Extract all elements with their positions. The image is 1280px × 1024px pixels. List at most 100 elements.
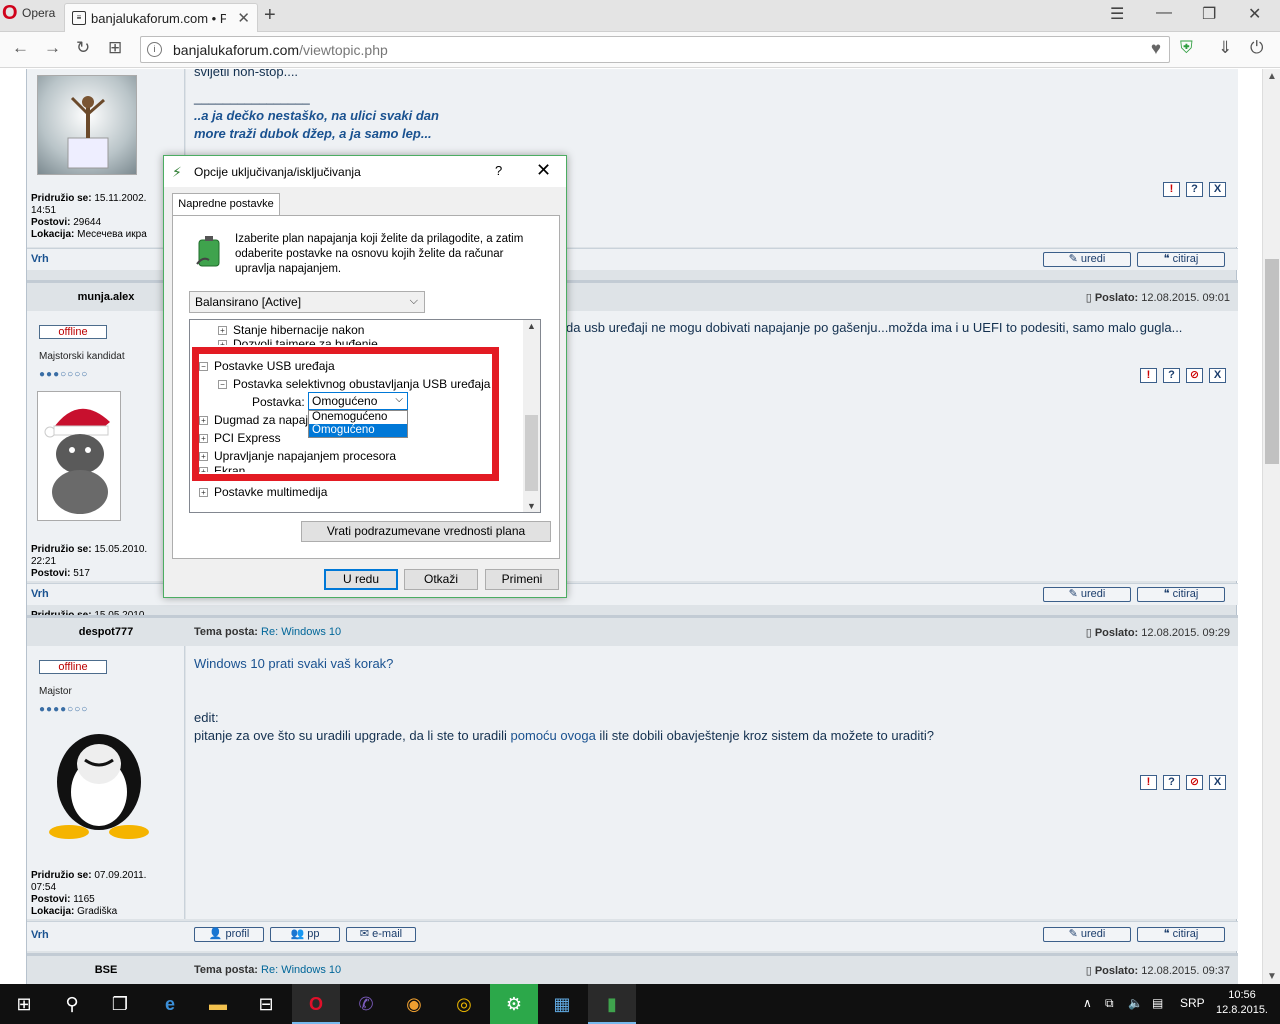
page-scrollbar[interactable]: ▲ ▼ [1262, 69, 1280, 984]
collapse-icon[interactable]: − [199, 362, 208, 371]
close-window-icon[interactable]: ✕ [1248, 4, 1261, 24]
delete-icon[interactable]: X [1209, 182, 1226, 197]
info-icon[interactable]: ? [1186, 182, 1203, 197]
option-enabled[interactable]: Omogućeno [309, 424, 407, 437]
top-link[interactable]: Vrh [31, 588, 49, 600]
email-button[interactable]: ✉ e-mail [346, 927, 416, 942]
search-icon[interactable]: ⚲ [48, 984, 96, 1024]
download-icon[interactable]: ⇓ [1218, 38, 1232, 58]
expand-icon[interactable]: + [218, 340, 227, 345]
delete-icon[interactable]: X [1209, 775, 1226, 790]
tree-item-screen[interactable]: + Ekran [199, 464, 245, 472]
tab-advanced-settings[interactable]: Napredne postavke [172, 193, 280, 216]
minimize-icon[interactable]: — [1156, 4, 1172, 22]
task-view-icon[interactable]: ❐ [96, 984, 144, 1024]
setting-value-select[interactable]: Omogućeno ⌵ [308, 392, 408, 410]
tree-scrollbar[interactable]: ▲ ▼ [523, 320, 540, 512]
scroll-thumb[interactable] [1265, 259, 1279, 464]
edge-icon[interactable]: e [146, 984, 194, 1024]
tree-scroll-thumb[interactable] [525, 415, 538, 491]
expand-icon[interactable]: + [218, 326, 227, 335]
browser-icon[interactable]: ◉ [390, 984, 438, 1024]
quote-button[interactable]: ❝ citiraj [1137, 587, 1225, 602]
restore-icon[interactable]: ❐ [1202, 4, 1216, 24]
power-plan-select[interactable]: Balansirano [Active] ⌵ [189, 291, 425, 313]
browser-tab[interactable]: ≡ banjalukaforum.com • Pog ✕ [64, 3, 258, 32]
quote-button[interactable]: ❝ citiraj [1137, 927, 1225, 942]
volume-icon[interactable]: 🔈 [1128, 996, 1143, 1010]
chrome-icon[interactable]: ◎ [440, 984, 488, 1024]
ok-button[interactable]: U redu [324, 569, 398, 590]
vpn-icon[interactable]: ⏻ [1250, 38, 1263, 58]
back-icon[interactable]: ← [12, 38, 29, 58]
bookmark-heart-icon[interactable]: ♥ [1151, 39, 1161, 59]
start-windows-icon[interactable]: ⊞ [0, 984, 48, 1024]
tree-item-multimedia[interactable]: + Postavke multimedija [199, 485, 327, 499]
expand-icon[interactable]: + [199, 488, 208, 497]
report-icon[interactable]: ! [1163, 182, 1180, 197]
delete-icon[interactable]: X [1209, 368, 1226, 383]
tray-chevron-icon[interactable]: ∧ [1083, 996, 1092, 1010]
ban-icon[interactable]: ⊘ [1186, 368, 1203, 383]
store-icon[interactable]: ⊟ [242, 984, 290, 1024]
edit-button[interactable]: ✎ uredi [1043, 587, 1131, 602]
opera-logo-icon[interactable]: O [2, 2, 22, 24]
forward-icon[interactable]: → [44, 38, 61, 58]
info-icon[interactable]: ? [1163, 368, 1180, 383]
address-bar[interactable]: i banjalukaforum.com/viewtopic.php ♥ [140, 36, 1170, 63]
site-info-icon[interactable]: i [147, 42, 162, 57]
settings-gear-icon[interactable]: ⚙ [490, 984, 538, 1024]
option-disabled[interactable]: Onemogućeno [309, 411, 407, 424]
tree-item-hibernate[interactable]: + Stanje hibernacije nakon [218, 323, 364, 337]
opera-menu-label[interactable]: Opera [22, 6, 55, 20]
collapse-icon[interactable]: − [218, 380, 227, 389]
post-3-username[interactable]: despot777 [27, 626, 185, 638]
dialog-titlebar[interactable]: ⚡ Opcije uključivanja/isključivanja ? ✕ [164, 156, 566, 187]
pomocu-ovoga-link[interactable]: pomoću ovoga [511, 728, 596, 743]
tree-item-cpu-power[interactable]: + Upravljanje napajanjem procesora [199, 449, 396, 463]
post-2-username[interactable]: munja.alex [27, 291, 185, 303]
tree-item-wake-timers[interactable]: + Dozvoli tajmere za buđenje [218, 337, 378, 345]
restore-defaults-button[interactable]: Vrati podrazumevane vrednosti plana [301, 521, 551, 542]
scroll-up-icon[interactable]: ▲ [1267, 71, 1277, 82]
language-indicator[interactable]: SRP [1180, 996, 1205, 1010]
tab-menu-icon[interactable]: ☰ [1110, 4, 1124, 24]
file-explorer-icon[interactable]: ▬ [194, 984, 242, 1024]
top-link[interactable]: Vrh [31, 253, 49, 265]
expand-icon[interactable]: + [199, 467, 208, 472]
expand-icon[interactable]: + [199, 452, 208, 461]
top-link[interactable]: Vrh [31, 929, 49, 941]
ban-icon[interactable]: ⊘ [1186, 775, 1203, 790]
opera-taskbar-icon[interactable]: O [292, 984, 340, 1024]
url-text[interactable]: banjalukaforum.com/viewtopic.php [173, 42, 388, 58]
pm-button[interactable]: 👥 pp [270, 927, 340, 942]
tree-item-pci-express[interactable]: + PCI Express [199, 431, 281, 445]
topic-link[interactable]: Re: Windows 10 [261, 626, 341, 638]
dialog-close-icon[interactable]: ✕ [536, 160, 551, 181]
scroll-down-icon[interactable]: ▼ [527, 501, 536, 511]
expand-icon[interactable]: + [199, 434, 208, 443]
tree-item-usb-selective-suspend[interactable]: − Postavka selektivnog obustavljanja USB … [218, 377, 490, 391]
scroll-up-icon[interactable]: ▲ [527, 321, 536, 331]
new-tab-icon[interactable]: + [264, 4, 276, 27]
adblock-shield-icon[interactable]: ⛨ [1180, 38, 1193, 58]
topic-link[interactable]: Re: Windows 10 [261, 964, 341, 976]
network-icon[interactable]: ⧉ [1105, 996, 1114, 1011]
post-4-username[interactable]: BSE [27, 964, 185, 976]
scroll-down-icon[interactable]: ▼ [1267, 971, 1277, 982]
edit-button[interactable]: ✎ uredi [1043, 927, 1131, 942]
taskbar-clock[interactable]: 10:56 12.8.2015. [1212, 988, 1272, 1018]
expand-icon[interactable]: + [199, 416, 208, 425]
edit-button[interactable]: ✎ uredi [1043, 252, 1131, 267]
apply-button[interactable]: Primeni [485, 569, 559, 590]
power-options-taskbar-icon[interactable]: ▮ [588, 984, 636, 1024]
help-button[interactable]: ? [495, 163, 502, 178]
tree-item-usb-settings[interactable]: − Postavke USB uređaja [199, 359, 335, 373]
reload-icon[interactable]: ↻ [76, 38, 90, 58]
speed-dial-icon[interactable]: ⊞ [108, 38, 122, 58]
action-center-icon[interactable]: ▤ [1152, 996, 1163, 1010]
report-icon[interactable]: ! [1140, 368, 1157, 383]
profile-button[interactable]: 👤 profil [194, 927, 264, 942]
quote-button[interactable]: ❝ citiraj [1137, 252, 1225, 267]
info-icon[interactable]: ? [1163, 775, 1180, 790]
